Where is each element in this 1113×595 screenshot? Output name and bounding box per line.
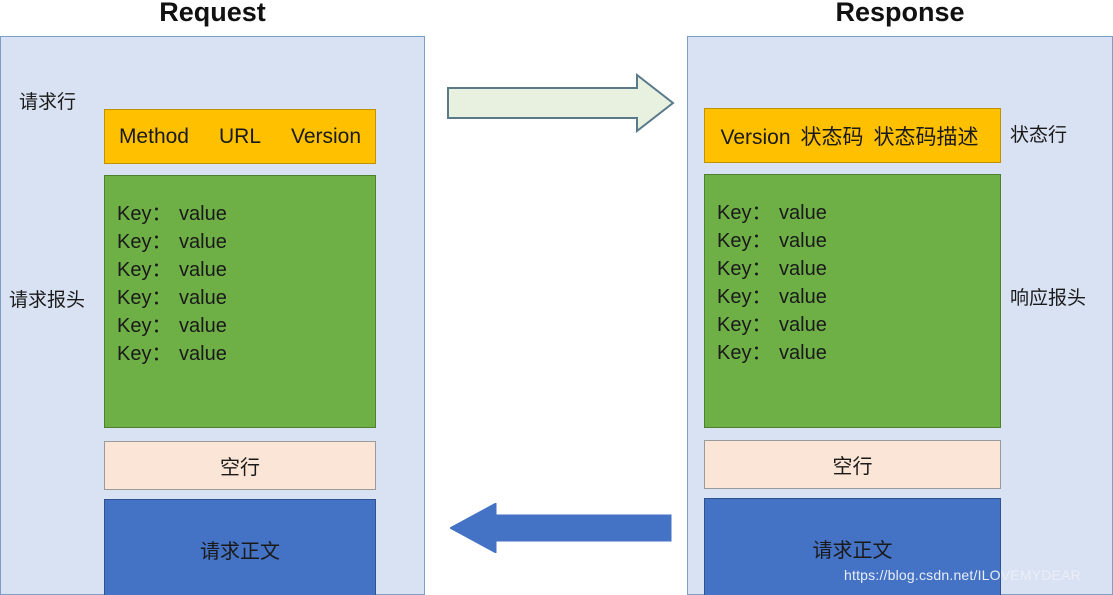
request-headers-box: Key： value Key： value Key： value Key： value …: [104, 175, 376, 428]
table-row: Key： value: [117, 312, 375, 340]
watermark-text: https://blog.csdn.net/ILOVEMYDEAR: [844, 567, 1081, 583]
header-key: Key：: [717, 314, 772, 336]
response-status-text: 状态码描述: [873, 125, 979, 149]
response-version: Version: [720, 125, 791, 149]
table-row: Key： value: [717, 227, 1000, 255]
header-key: Key：: [117, 343, 172, 365]
diagram-canvas: Request Response 请求行 Method URL Version 请求…: [0, 0, 1113, 595]
table-row: Key： value: [117, 284, 375, 312]
header-key: Key：: [717, 258, 772, 280]
header-value: value: [779, 202, 827, 224]
request-headers-label: 请求报头: [9, 290, 86, 311]
header-value: value: [179, 231, 227, 253]
response-start-line-text: Version 状态码 状态码描述: [720, 121, 978, 151]
table-row: Key： value: [717, 311, 1000, 339]
header-value: value: [179, 287, 227, 309]
header-key: Key：: [117, 259, 172, 281]
request-title: Request: [159, 0, 266, 27]
header-key: Key：: [717, 230, 772, 252]
response-blank-line-text: 空行: [832, 456, 873, 478]
header-key: Key：: [117, 231, 172, 253]
header-key: Key：: [717, 286, 772, 308]
request-version: Version: [291, 124, 362, 148]
request-flow-arrow-right-icon: [447, 72, 675, 134]
response-body-text: 请求正文: [812, 540, 893, 562]
header-value: value: [179, 259, 227, 281]
response-headers-box: Key： value Key： value Key： value Key： value …: [704, 174, 1001, 428]
response-headers-list: Key： value Key： value Key： value Key： value …: [705, 175, 1000, 367]
response-status-code: 状态码: [800, 125, 864, 149]
response-title: Response: [835, 0, 965, 27]
header-value: value: [779, 342, 827, 364]
header-value: value: [779, 258, 827, 280]
request-start-line-label: 请求行: [19, 92, 77, 113]
header-value: value: [179, 315, 227, 337]
table-row: Key： value: [717, 283, 1000, 311]
request-method: Method: [118, 124, 189, 148]
request-body-box: 请求正文: [104, 499, 376, 595]
response-blank-line-box: 空行: [704, 440, 1001, 489]
response-headers-label: 响应报头: [1010, 288, 1087, 309]
response-start-line-label: 状态行: [1010, 125, 1068, 146]
request-body-text: 请求正文: [200, 541, 280, 563]
request-url: URL: [218, 124, 261, 148]
request-panel: 请求行 Method URL Version 请求报头 Key： value Key：…: [0, 36, 425, 595]
response-panel: Version 状态码 状态码描述 状态行 Key： value Key： value …: [687, 36, 1113, 595]
header-value: value: [779, 286, 827, 308]
header-value: value: [179, 203, 227, 225]
header-value: value: [779, 314, 827, 336]
table-row: Key： value: [717, 199, 1000, 227]
header-value: value: [179, 343, 227, 365]
response-start-line-box: Version 状态码 状态码描述: [704, 108, 1001, 163]
response-flow-arrow-left-icon: [448, 502, 672, 554]
header-key: Key：: [117, 287, 172, 309]
request-start-line-box: Method URL Version: [104, 109, 376, 164]
header-key: Key：: [717, 202, 772, 224]
header-value: value: [779, 230, 827, 252]
table-row: Key： value: [117, 228, 375, 256]
table-row: Key： value: [717, 255, 1000, 283]
request-blank-line-box: 空行: [104, 441, 376, 490]
table-row: Key： value: [117, 200, 375, 228]
request-blank-line-text: 空行: [220, 457, 260, 479]
header-key: Key：: [717, 342, 772, 364]
table-row: Key： value: [117, 340, 375, 368]
header-key: Key：: [117, 315, 172, 337]
table-row: Key： value: [117, 256, 375, 284]
request-headers-list: Key： value Key： value Key： value Key： value …: [105, 176, 375, 368]
header-key: Key：: [117, 203, 172, 225]
table-row: Key： value: [717, 339, 1000, 367]
request-start-line-text: Method URL Version: [119, 125, 361, 149]
